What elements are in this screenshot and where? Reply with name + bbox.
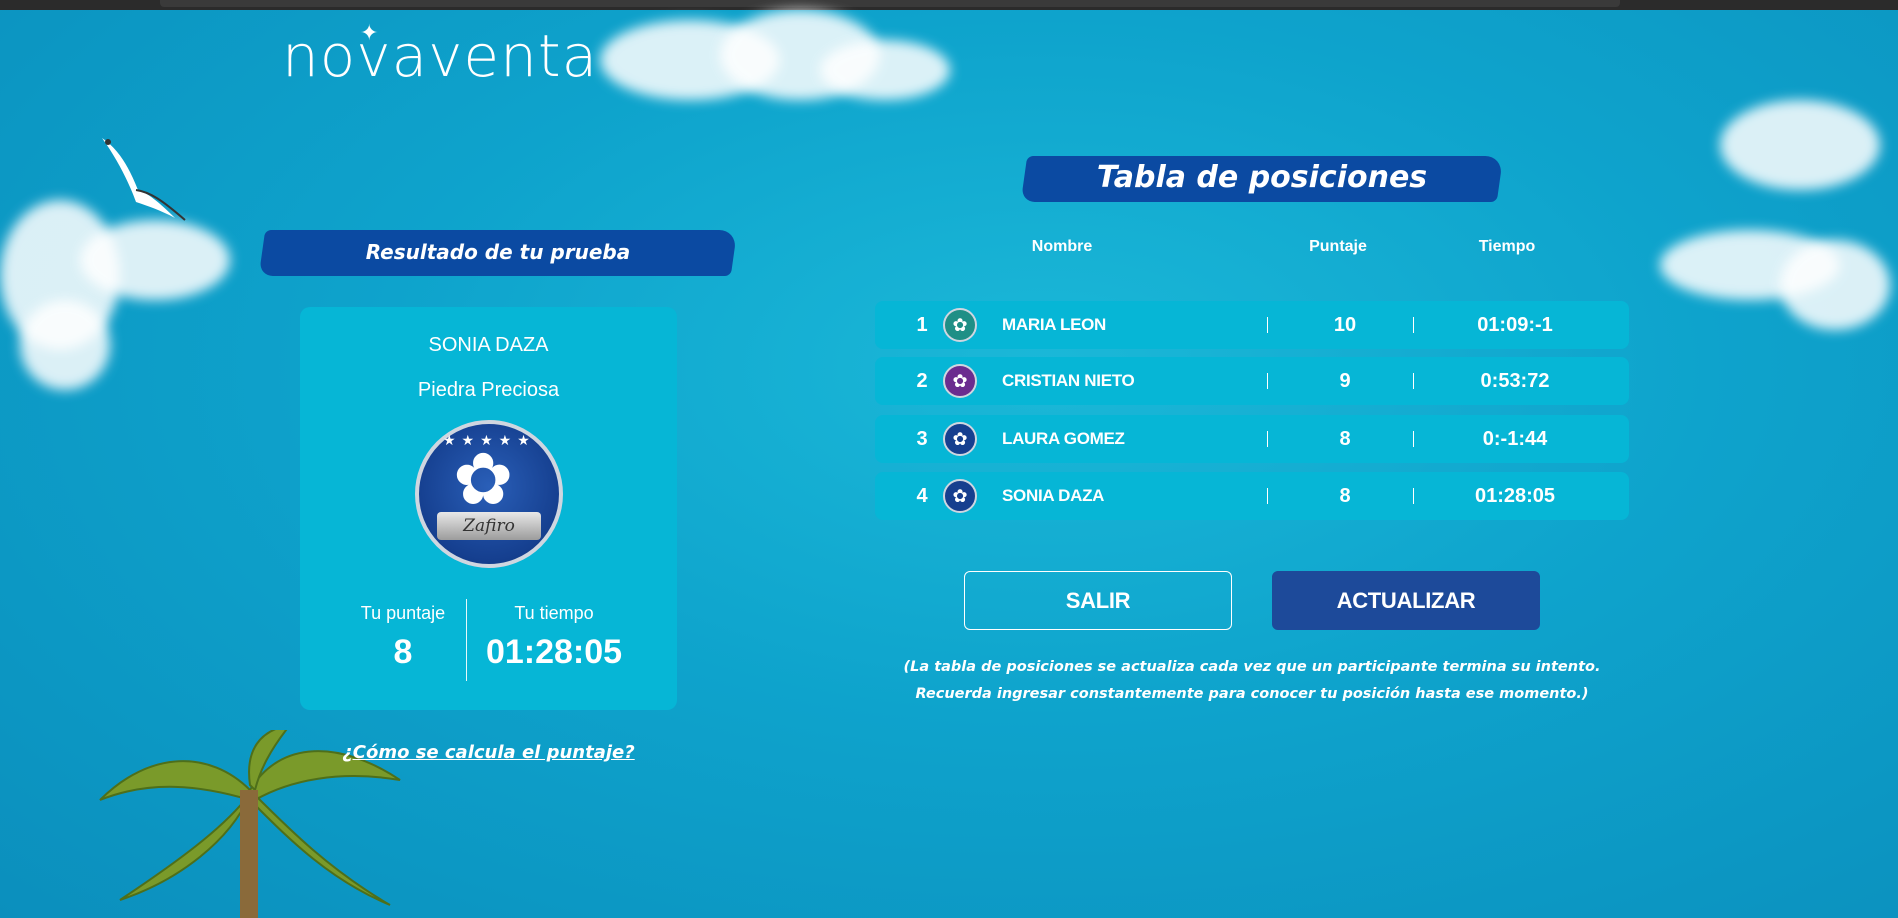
logo-star-icon: ✦ <box>360 20 379 45</box>
participant-name: SONIA DAZA <box>428 334 549 356</box>
table-row: 2 ✿ CRISTIAN NIETO 9 0:53:72 <box>875 357 1629 405</box>
cloud-decoration <box>80 220 230 300</box>
column-header-points: Puntaje <box>1309 238 1367 255</box>
cloud-decoration <box>1720 100 1880 190</box>
cloud-decoration <box>1780 240 1890 330</box>
time-value: 0:-1:44 <box>1482 428 1548 450</box>
time-value: 01:28:05 <box>1474 485 1556 507</box>
participant-name: MARIA LEON <box>1002 315 1107 334</box>
points-value: 9 <box>1339 370 1351 392</box>
score-value: 8 <box>393 633 413 671</box>
column-separator <box>1413 317 1414 333</box>
participant-name: SONIA DAZA <box>1002 486 1105 505</box>
novaventa-logo: novaventa <box>282 22 599 90</box>
result-header-title: Resultado de tu prueba <box>365 240 631 264</box>
points-value: 8 <box>1339 428 1351 450</box>
flower-icon: ✿ <box>453 440 514 520</box>
seagull-icon <box>102 138 186 221</box>
points-value: 8 <box>1339 485 1351 507</box>
column-header-name: Nombre <box>1031 238 1093 255</box>
exit-button[interactable]: SALIR <box>964 571 1232 630</box>
avatar-badge-icon: ✿ <box>943 479 977 513</box>
table-row: 4 ✿ SONIA DAZA 8 01:28:05 <box>875 472 1629 520</box>
time-value: 01:28:05 <box>485 633 623 671</box>
column-separator <box>1413 431 1414 447</box>
column-separator <box>1267 431 1268 447</box>
rank-number: 2 <box>916 370 928 392</box>
rank-number: 4 <box>916 485 928 507</box>
rank-number: 3 <box>916 428 928 450</box>
points-value: 10 <box>1333 314 1357 336</box>
avatar-badge-icon: ✿ <box>943 364 977 398</box>
time-label: Tu tiempo <box>514 603 594 623</box>
note-line-2: Recuerda ingresar constantemente para co… <box>915 686 1589 702</box>
score-label: Tu puntaje <box>360 603 446 623</box>
result-card: SONIA DAZA Piedra Preciosa ★★★★★ ✿ Zafir… <box>300 307 677 710</box>
table-row: 1 ✿ MARIA LEON 10 01:09:-1 <box>875 301 1629 349</box>
avatar-badge-icon: ✿ <box>943 308 977 342</box>
how-score-calculated-link[interactable]: ¿Cómo se calcula el puntaje? <box>300 742 677 763</box>
column-separator <box>1267 317 1268 333</box>
column-separator <box>1413 488 1414 504</box>
column-header-time: Tiempo <box>1478 238 1536 255</box>
cloud-decoration <box>820 40 950 100</box>
medal-ribbon: Zafiro <box>437 512 541 540</box>
score-divider <box>466 599 467 681</box>
note-line-1: (La tabla de posiciones se actualiza cad… <box>903 659 1601 675</box>
participant-level: Piedra Preciosa <box>417 379 560 401</box>
participant-name: LAURA GOMEZ <box>1002 429 1125 448</box>
avatar-badge-icon: ✿ <box>943 422 977 456</box>
column-separator <box>1413 373 1414 389</box>
time-value: 0:53:72 <box>1480 370 1550 392</box>
participant-name: CRISTIAN NIETO <box>1002 371 1135 390</box>
browser-top-bar <box>0 0 1898 10</box>
refresh-button[interactable]: ACTUALIZAR <box>1272 571 1540 630</box>
browser-top-bar-inner <box>160 0 1620 7</box>
time-value: 01:09:-1 <box>1477 314 1553 336</box>
table-row: 3 ✿ LAURA GOMEZ 8 0:-1:44 <box>875 415 1629 463</box>
column-separator <box>1267 488 1268 504</box>
cloud-decoration <box>20 300 110 390</box>
zafiro-medal-icon: ★★★★★ ✿ Zafiro <box>415 420 563 568</box>
column-separator <box>1267 373 1268 389</box>
leaderboard-title: Tabla de posiciones <box>1096 160 1428 195</box>
rank-number: 1 <box>916 314 928 336</box>
